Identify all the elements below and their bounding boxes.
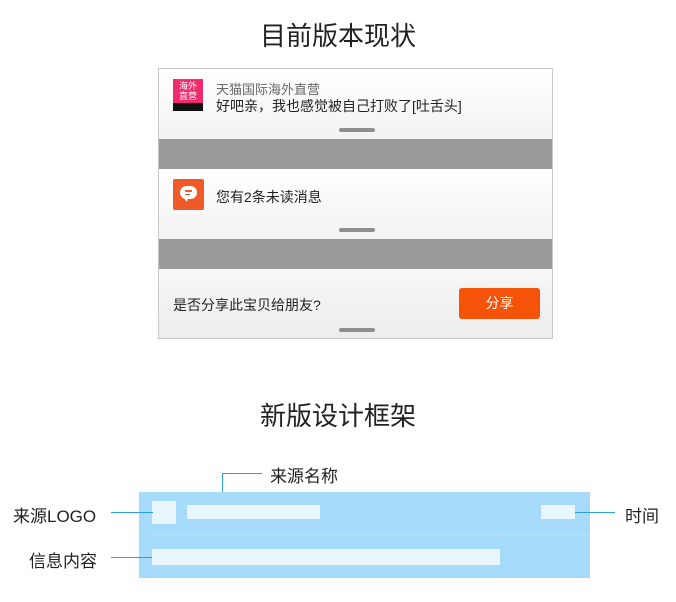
source-name-leader-vertical bbox=[222, 473, 223, 492]
source-name-label: 来源名称 bbox=[270, 467, 338, 486]
unread-message-text: 您有2条未读消息 bbox=[216, 189, 322, 205]
message-content-placeholder bbox=[152, 549, 500, 565]
notification-wireframe bbox=[139, 492, 590, 578]
app-icon-cat-silhouette bbox=[173, 103, 203, 111]
time-leader-line bbox=[575, 512, 615, 513]
time-label: 时间 bbox=[625, 507, 659, 526]
share-prompt-card: 是否分享此宝贝给朋友? 分享 bbox=[159, 269, 552, 338]
source-logo-label: 来源LOGO bbox=[13, 507, 97, 526]
content-leader-line bbox=[111, 557, 152, 558]
source-name-placeholder bbox=[187, 505, 320, 519]
drag-handle[interactable] bbox=[339, 228, 375, 232]
share-question: 是否分享此宝贝给朋友? bbox=[173, 297, 321, 313]
tmall-global-app-icon: 海外 直营 bbox=[173, 79, 203, 111]
chat-bubble-icon bbox=[180, 186, 197, 202]
message-content-label: 信息内容 bbox=[29, 552, 97, 571]
drag-handle[interactable] bbox=[339, 128, 375, 132]
chat-bubble-app-icon bbox=[173, 179, 204, 210]
wireframe-row-divider bbox=[147, 534, 590, 535]
notification-card-unread[interactable]: 您有2条未读消息 bbox=[159, 169, 552, 239]
app-icon-text-line2: 直营 bbox=[178, 91, 197, 101]
current-notifications-mock: 海外 直营 天猫国际海外直营 好吧亲，我也感觉被自己打败了[吐舌头] 您有2条未… bbox=[158, 68, 553, 339]
notification-message: 好吧亲，我也感觉被自己打败了[吐舌头] bbox=[216, 98, 462, 114]
app-icon-text-line1: 海外 bbox=[178, 81, 197, 91]
share-button[interactable]: 分享 bbox=[459, 288, 540, 319]
source-name-leader-horizontal bbox=[222, 473, 262, 474]
logo-placeholder bbox=[152, 501, 176, 524]
time-placeholder bbox=[541, 505, 575, 519]
current-version-title: 目前版本现状 bbox=[259, 21, 416, 51]
drag-handle[interactable] bbox=[339, 328, 375, 332]
new-framework-title: 新版设计框架 bbox=[259, 401, 416, 431]
logo-leader-line bbox=[111, 512, 153, 513]
notification-card-tmall[interactable]: 海外 直营 天猫国际海外直营 好吧亲，我也感觉被自己打败了[吐舌头] bbox=[159, 69, 552, 139]
